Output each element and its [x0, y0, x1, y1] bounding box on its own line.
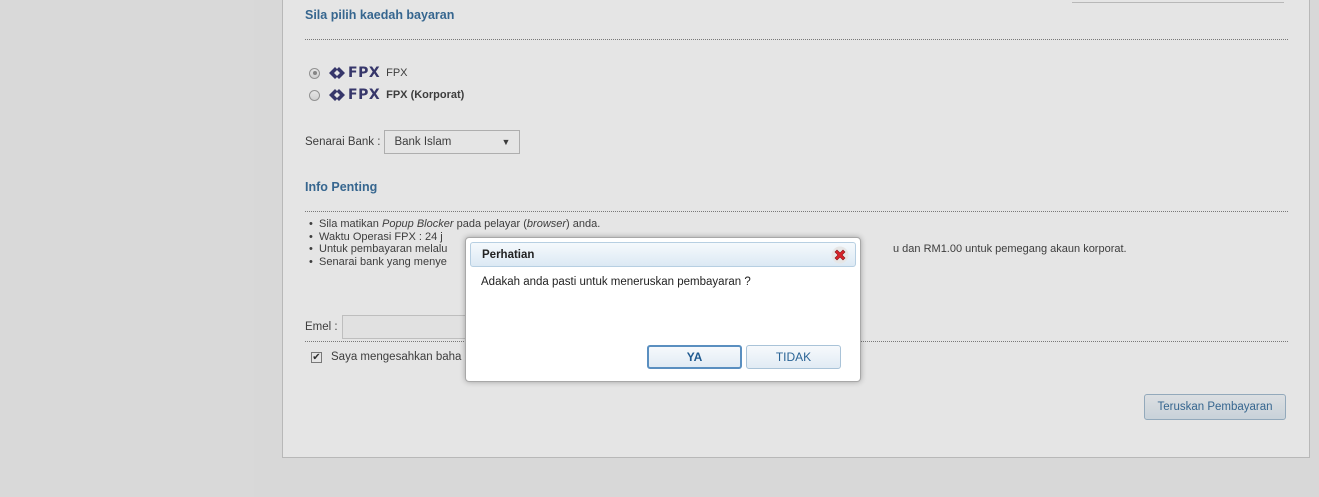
dialog-title: Perhatian	[482, 249, 535, 261]
no-button[interactable]: TIDAK	[746, 345, 841, 369]
yes-button[interactable]: YA	[647, 345, 742, 369]
dialog-header: Perhatian	[470, 242, 856, 267]
confirm-dialog: Perhatian Adakah anda pasti untuk meneru…	[465, 237, 861, 382]
close-icon[interactable]	[831, 246, 849, 264]
dialog-message: Adakah anda pasti untuk meneruskan pemba…	[481, 276, 751, 288]
